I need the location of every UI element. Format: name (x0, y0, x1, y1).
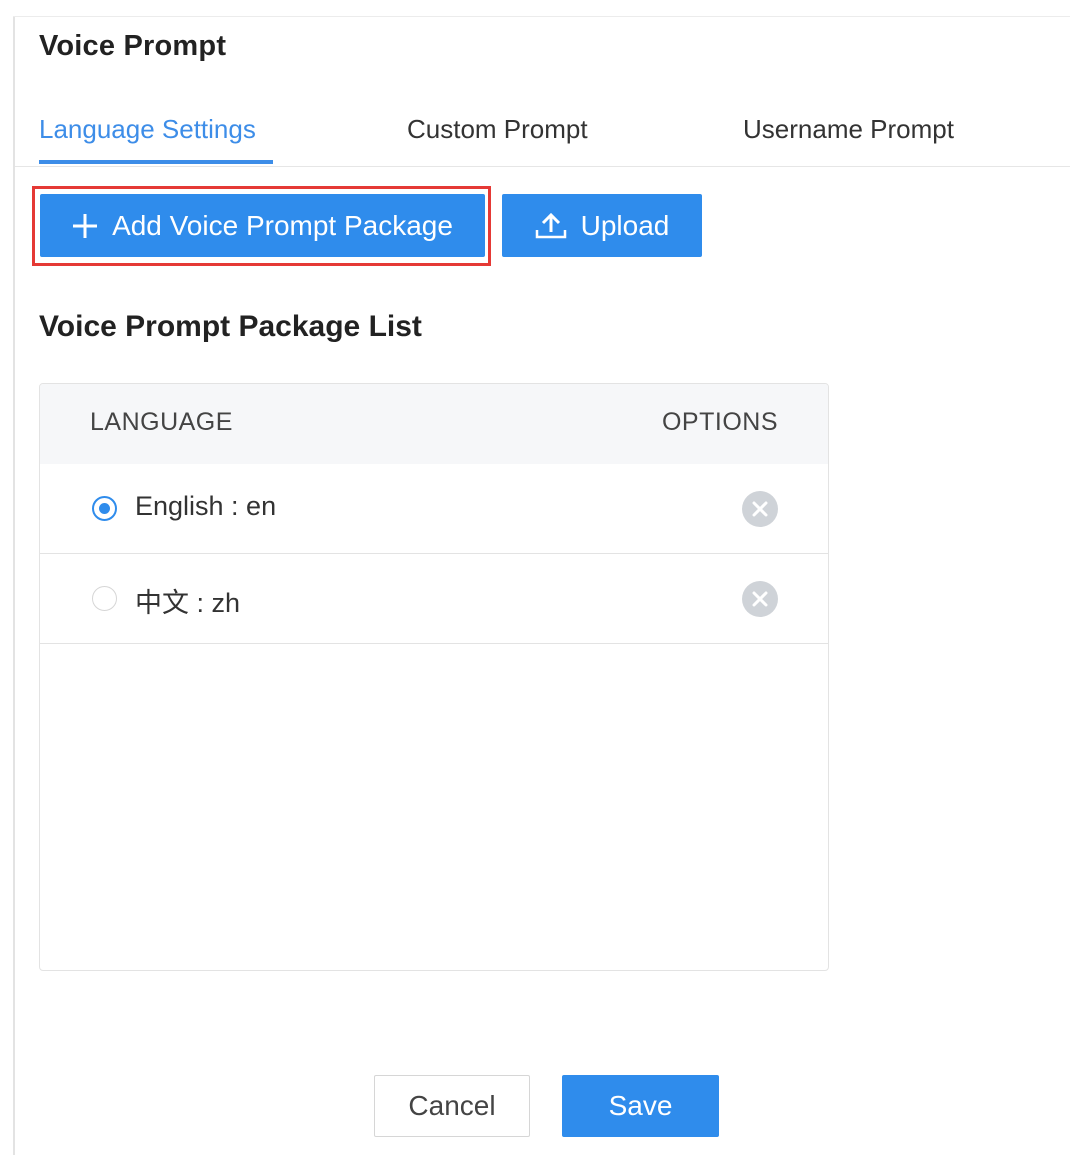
add-button-label: Add Voice Prompt Package (112, 209, 453, 241)
plus-icon (72, 213, 98, 239)
top-divider (13, 16, 1070, 17)
table-row: English : en (40, 464, 828, 554)
radio-selected[interactable] (92, 496, 117, 521)
radio-unselected[interactable] (92, 586, 117, 611)
section-title: Voice Prompt Package List (39, 310, 422, 343)
table-header: LANGUAGE OPTIONS (40, 384, 828, 464)
delete-icon[interactable] (742, 581, 778, 617)
upload-button[interactable]: Upload (502, 194, 702, 257)
left-divider (13, 16, 15, 1155)
column-header-options: OPTIONS (661, 408, 778, 436)
upload-icon (535, 212, 567, 240)
language-label: English : en (135, 491, 277, 521)
delete-icon[interactable] (742, 491, 778, 527)
voice-prompt-package-table: LANGUAGE OPTIONS English : en 中文 : zh (39, 383, 829, 971)
upload-button-label: Upload (580, 209, 670, 241)
table-row: 中文 : zh (40, 554, 828, 644)
column-header-language: LANGUAGE (90, 408, 233, 436)
voice-prompt-page: Voice Prompt Language Settings Custom Pr… (0, 0, 1070, 1155)
tab-language-settings[interactable]: Language Settings (39, 114, 256, 145)
active-tab-indicator (39, 160, 273, 164)
cancel-button[interactable]: Cancel (374, 1075, 530, 1137)
tab-username-prompt[interactable]: Username Prompt (743, 114, 954, 145)
tab-custom-prompt[interactable]: Custom Prompt (407, 114, 588, 145)
tab-bar: Language Settings Custom Prompt Username… (15, 100, 1070, 167)
language-label: 中文 : zh (135, 588, 241, 618)
page-title: Voice Prompt (39, 30, 227, 62)
add-voice-prompt-package-button[interactable]: Add Voice Prompt Package (40, 194, 485, 257)
save-button[interactable]: Save (562, 1075, 719, 1137)
